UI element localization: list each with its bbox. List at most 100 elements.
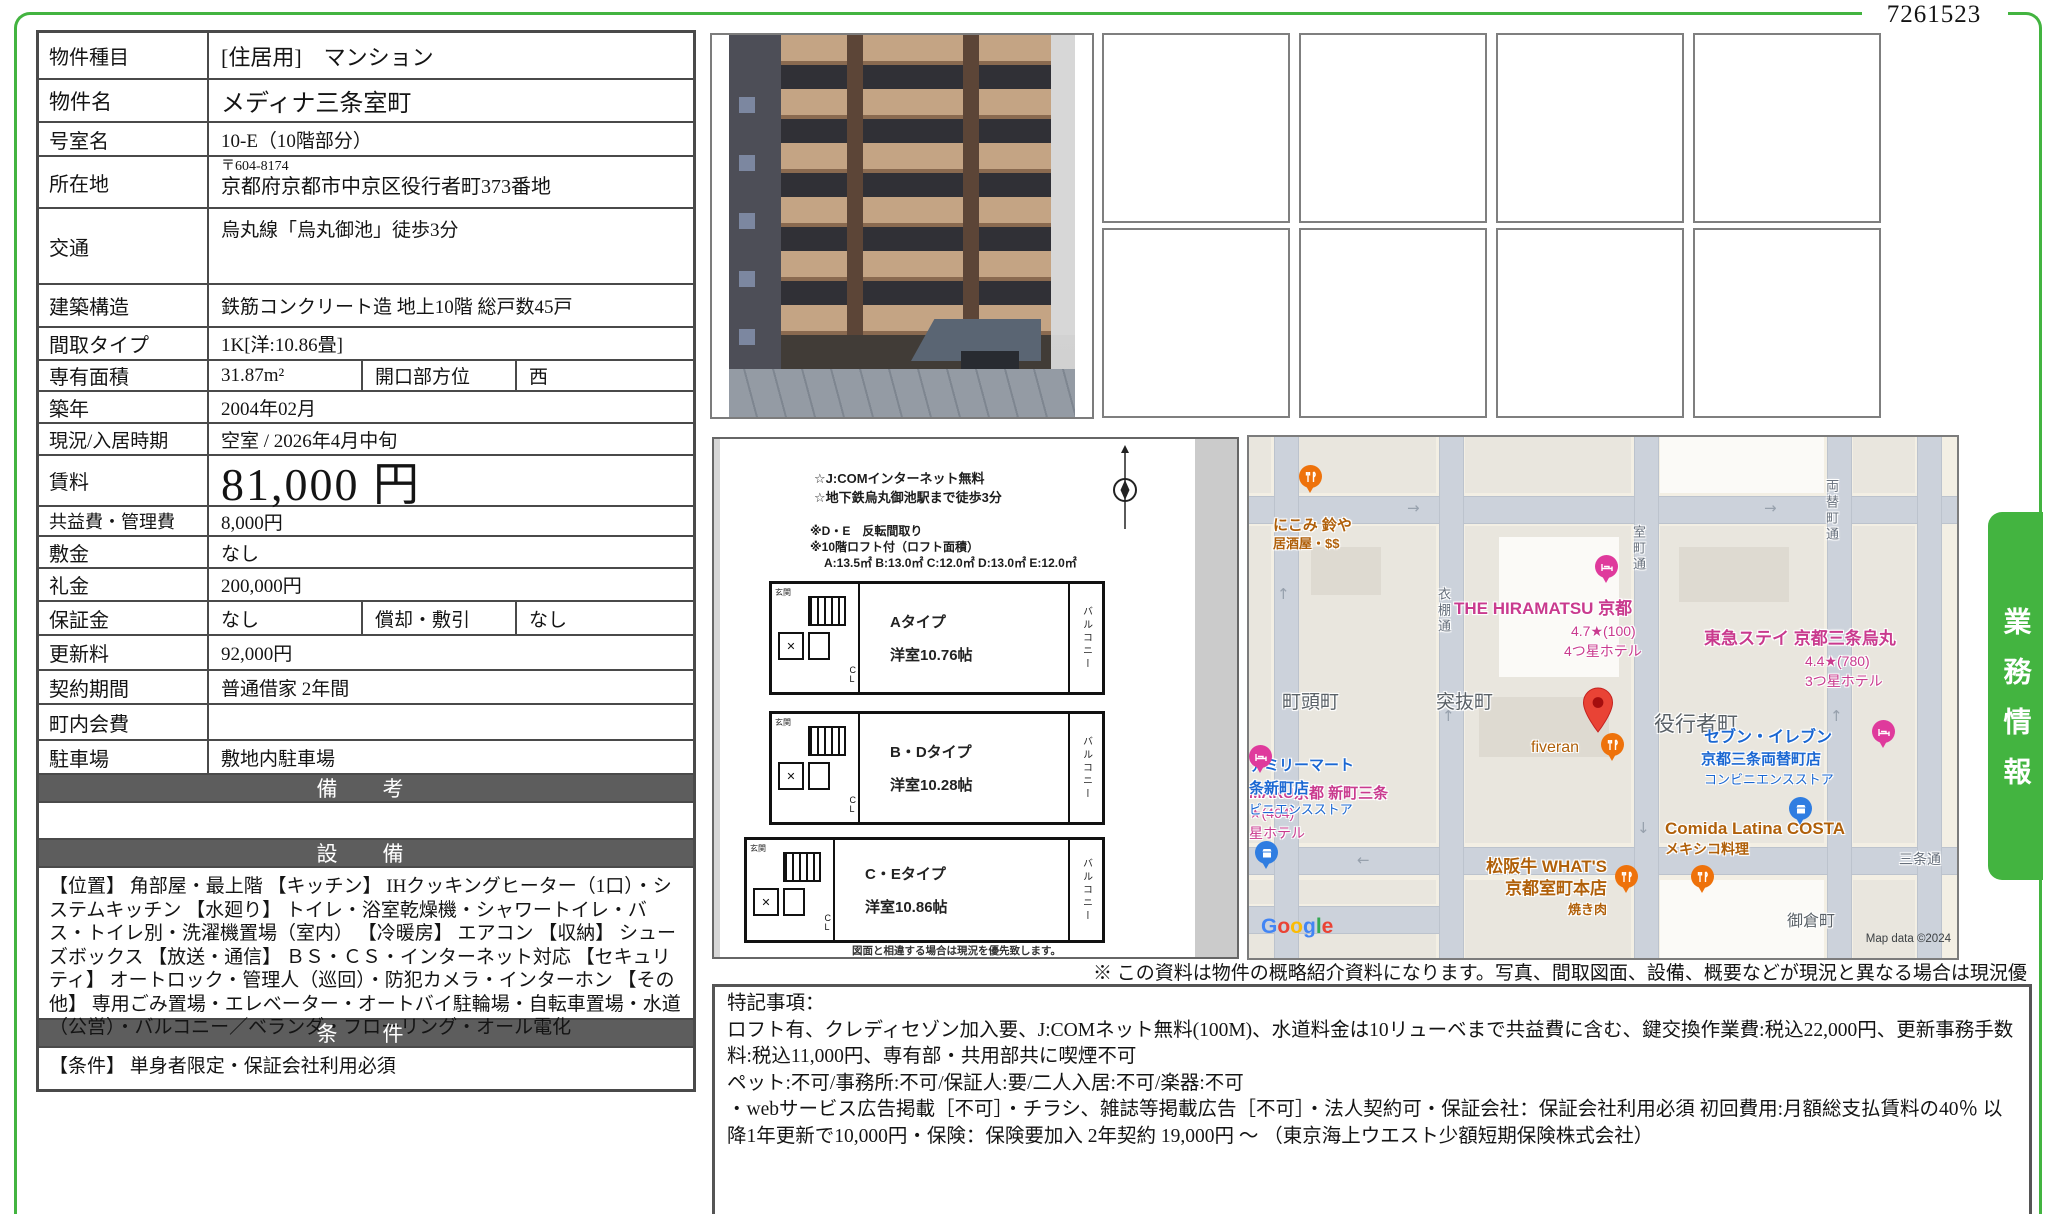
special-notes-line: ・webサービス広告掲載［不可］・チラシ、雑誌等掲載広告［不可］・法人契約可・保… bbox=[727, 1097, 2017, 1150]
town-label: 町頭町 bbox=[1282, 692, 1339, 714]
row-value: 烏丸線「烏丸御池」徒歩3分 bbox=[209, 209, 693, 283]
row-value: 普通借家 2年間 bbox=[209, 671, 693, 703]
hotel-pin-icon[interactable] bbox=[1595, 555, 1618, 578]
table-row: 物件名 メディナ三条室町 bbox=[39, 78, 693, 121]
restaurant-pin-icon[interactable] bbox=[1615, 865, 1638, 888]
poi-label: 条新町店 bbox=[1249, 780, 1309, 797]
balcony-label: バルコニー bbox=[1079, 606, 1094, 671]
property-location-marker[interactable] bbox=[1582, 687, 1614, 733]
scan-margin bbox=[714, 439, 720, 957]
hotel-pin-icon[interactable] bbox=[1872, 720, 1895, 743]
row-label-2: 償却・敷引 bbox=[361, 602, 517, 634]
scan-margin bbox=[1195, 439, 1237, 957]
genkan-label: 玄関 bbox=[750, 843, 766, 854]
unit-size: 洋室10.76帖 bbox=[890, 644, 1068, 665]
plan-note-line: ☆地下鉄烏丸御池駅まで徒歩3分 bbox=[814, 488, 1002, 507]
paved-ground bbox=[729, 369, 1075, 417]
table-row: 築年 2004年02月 bbox=[39, 390, 693, 422]
unit-entry-area: 玄関 ✕ C L bbox=[747, 840, 835, 940]
building-photo bbox=[729, 35, 1075, 417]
photo-slot bbox=[1299, 228, 1487, 418]
poi-stars: 星ホテル bbox=[1249, 825, 1305, 841]
row-value-2: 西 bbox=[517, 361, 693, 390]
neighbor-building bbox=[729, 35, 781, 417]
map-block bbox=[1311, 547, 1381, 595]
poi-sublabel: 居酒屋・$$ bbox=[1273, 537, 1339, 552]
hotel-pin-icon[interactable] bbox=[1249, 745, 1272, 768]
poi-sublabel: コンビニエンスストア bbox=[1704, 773, 1834, 788]
one-way-arrow: → bbox=[1764, 499, 1777, 517]
document-number: 7261523 bbox=[1868, 1, 2000, 29]
row-value: なし bbox=[209, 602, 361, 634]
table-row: 建築構造 鉄筋コンクリート造 地上10階 総戸数45戸 bbox=[39, 283, 693, 326]
rent-value: 81,000 円 bbox=[209, 456, 693, 505]
road-muromachi bbox=[1634, 437, 1659, 958]
restaurant-pin-icon[interactable] bbox=[1691, 865, 1714, 888]
map-attribution: Map data ©2024 bbox=[1866, 933, 1951, 945]
gyomu-joho-tab[interactable]: 業務情報 bbox=[1988, 512, 2043, 880]
special-notes-box: 特記事項： ロフト有、クレディセゾン加入要、J:COMネット無料(100M)、水… bbox=[712, 984, 2032, 1214]
row-value bbox=[209, 705, 693, 739]
poi-label: 京都三条両替町店 bbox=[1701, 751, 1821, 768]
town-label: 御倉町 bbox=[1787, 913, 1835, 931]
table-row: 保証金 なし 償却・敷引 なし bbox=[39, 600, 693, 634]
row-label: 町内会費 bbox=[39, 705, 209, 739]
photo-slot bbox=[1102, 228, 1290, 418]
poi-sublabel: メキシコ料理 bbox=[1665, 841, 1749, 857]
compass-icon bbox=[1112, 445, 1138, 531]
table-row: 更新料 92,000円 bbox=[39, 634, 693, 669]
poi-label: fiveran bbox=[1531, 739, 1579, 757]
balcony-label: バルコニー bbox=[1079, 736, 1094, 801]
row-label: 築年 bbox=[39, 392, 209, 422]
town-label: 突抜町 bbox=[1436, 692, 1493, 714]
store-pin-icon[interactable] bbox=[1789, 797, 1812, 820]
kitchen-box bbox=[808, 596, 846, 626]
bath-box: ✕ bbox=[778, 632, 804, 660]
one-way-arrow: → bbox=[1407, 499, 1420, 517]
row-label-2: 開口部方位 bbox=[361, 361, 517, 390]
row-value: なし bbox=[209, 537, 693, 567]
poi-stars: 4つ星ホテル bbox=[1564, 643, 1642, 659]
poi-label: セブン・イレブン bbox=[1704, 729, 1832, 747]
genkan-label: 玄関 bbox=[775, 717, 791, 728]
closet-label: C L bbox=[850, 666, 857, 684]
row-value-2: なし bbox=[517, 602, 693, 634]
row-value: [住居用] マンション bbox=[209, 33, 693, 78]
unit-room: Aタイプ 洋室10.76帖 bbox=[860, 584, 1068, 692]
row-label: 礼金 bbox=[39, 569, 209, 600]
table-row: 専有面積 31.87m² 開口部方位 西 bbox=[39, 359, 693, 390]
road bbox=[1917, 437, 1942, 958]
map-block bbox=[1299, 437, 1436, 493]
poi-label: Comida Latina COSTA bbox=[1665, 819, 1845, 839]
map-block bbox=[1679, 547, 1789, 602]
balcony: バルコニー bbox=[1068, 714, 1102, 822]
poi-label: THE HIRAMATSU 京都 bbox=[1454, 599, 1632, 619]
google-logo: Google bbox=[1261, 915, 1333, 939]
store-pin-icon[interactable] bbox=[1255, 841, 1278, 864]
poi-label: 松阪牛 WHAT'S bbox=[1467, 857, 1607, 877]
table-row: 契約期間 普通借家 2年間 bbox=[39, 669, 693, 703]
row-value: 92,000円 bbox=[209, 636, 693, 669]
bath-box: ✕ bbox=[753, 888, 779, 916]
one-way-arrow: ↓ bbox=[1637, 819, 1650, 837]
row-label: 契約期間 bbox=[39, 671, 209, 703]
kitchen-box bbox=[783, 852, 821, 882]
unit-size: 洋室10.86帖 bbox=[865, 896, 1068, 917]
balcony: バルコニー bbox=[1068, 584, 1102, 692]
remarks-empty bbox=[39, 801, 693, 838]
location-map[interactable]: → → ↑ ↑ ↑ ↓ ← 衣棚通 室町通 両替町通 三条通 町頭町 突抜町 役… bbox=[1247, 435, 1959, 960]
table-row: 敷金 なし bbox=[39, 535, 693, 567]
row-label: 物件種目 bbox=[39, 33, 209, 78]
special-notes-line: ペット:不可/事務所:不可/保証人:要/二人入居:不可/楽器:不可 bbox=[727, 1071, 2017, 1098]
equipment-text: 【位置】 角部屋・最上階 【キッチン】 IHクッキングヒーター（1口）・システム… bbox=[39, 868, 693, 1018]
toilet-box bbox=[808, 762, 830, 790]
main-building-facade bbox=[781, 35, 1051, 367]
plan-note-line: ※10階ロフト付（ロフト面積） bbox=[810, 539, 1077, 555]
row-value: 31.87m² bbox=[209, 361, 361, 390]
restaurant-pin-icon[interactable] bbox=[1299, 465, 1322, 488]
balcony-label: バルコニー bbox=[1079, 858, 1094, 923]
row-label: 所在地 bbox=[39, 157, 209, 207]
restaurant-pin-icon[interactable] bbox=[1601, 733, 1624, 756]
photo-slot bbox=[1496, 33, 1684, 223]
table-row: 所在地 〒604-8174 京都府京都市中京区役行者町373番地 bbox=[39, 155, 693, 207]
